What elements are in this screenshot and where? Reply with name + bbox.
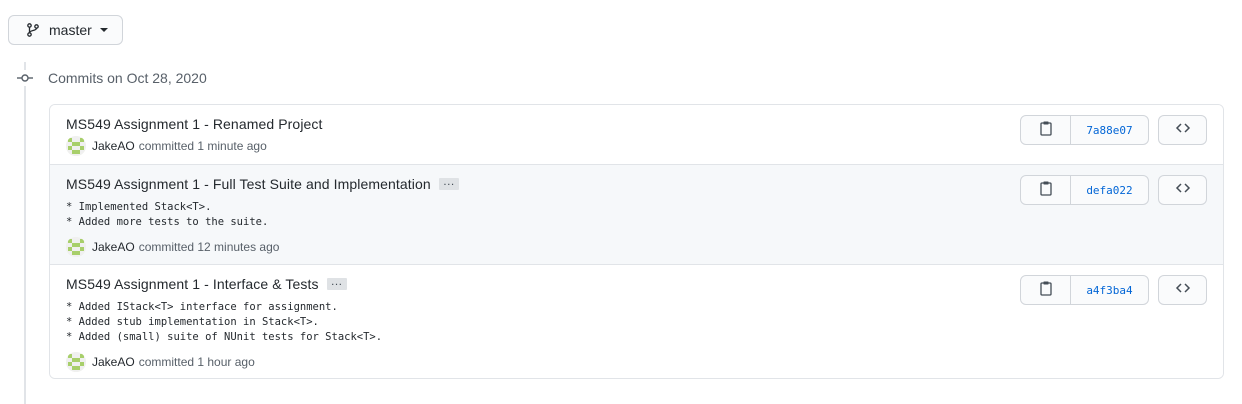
commit-sha-button-group: a4f3ba4 bbox=[1020, 275, 1149, 305]
commit-sha-button-group: defa022 bbox=[1020, 175, 1149, 205]
commit-sha-link[interactable]: a4f3ba4 bbox=[1071, 276, 1148, 304]
commit-meta: JakeAO committed 1 minute ago bbox=[66, 136, 267, 156]
code-icon bbox=[1175, 280, 1191, 301]
commit-title: MS549 Assignment 1 - Renamed Project bbox=[66, 116, 323, 132]
expand-message-button[interactable]: … bbox=[438, 175, 459, 190]
avatar[interactable] bbox=[66, 352, 86, 372]
commit-meta: JakeAO committed 12 minutes ago bbox=[66, 237, 279, 257]
browse-repo-button[interactable] bbox=[1158, 115, 1207, 145]
copy-sha-button[interactable] bbox=[1021, 176, 1071, 204]
clipboard-icon bbox=[1039, 180, 1053, 201]
commit-sha-button-group: 7a88e07 bbox=[1020, 115, 1149, 145]
commit-list: MS549 Assignment 1 - Renamed Project Jak… bbox=[49, 104, 1224, 379]
commit-time-text: committed 12 minutes ago bbox=[138, 240, 280, 254]
copy-sha-button[interactable] bbox=[1021, 116, 1071, 144]
caret-down-icon bbox=[99, 28, 108, 32]
commit-message-body: * Added IStack<T> interface for assignme… bbox=[66, 301, 383, 343]
git-branch-icon bbox=[25, 22, 41, 38]
code-icon bbox=[1175, 120, 1191, 141]
commit-title-link[interactable]: MS549 Assignment 1 - Full Test Suite and… bbox=[66, 176, 431, 192]
commit-title: MS549 Assignment 1 - Interface & Tests … bbox=[66, 275, 347, 292]
git-commit-icon bbox=[17, 70, 33, 86]
commit-group-heading: Commits on Oct 28, 2020 bbox=[48, 70, 207, 86]
browse-repo-button[interactable] bbox=[1158, 175, 1207, 205]
commit-sha-link[interactable]: 7a88e07 bbox=[1071, 116, 1148, 144]
commit-time-text: committed 1 minute ago bbox=[138, 139, 267, 153]
code-icon bbox=[1175, 180, 1191, 201]
timeline-line bbox=[24, 62, 26, 404]
commit-sha-link[interactable]: defa022 bbox=[1071, 176, 1148, 204]
commit-title: MS549 Assignment 1 - Full Test Suite and… bbox=[66, 175, 459, 192]
branch-name: master bbox=[49, 22, 92, 38]
copy-sha-button[interactable] bbox=[1021, 276, 1071, 304]
clipboard-icon bbox=[1039, 280, 1053, 301]
commit-title-link[interactable]: MS549 Assignment 1 - Interface & Tests bbox=[66, 276, 319, 292]
commit-message-body: * Implemented Stack<T>. * Added more tes… bbox=[66, 201, 269, 228]
commit-meta: JakeAO committed 1 hour ago bbox=[66, 352, 255, 372]
commit-author-link[interactable]: JakeAO bbox=[92, 240, 135, 254]
branch-select-button[interactable]: master bbox=[8, 15, 123, 45]
avatar[interactable] bbox=[66, 136, 86, 156]
commit-author-link[interactable]: JakeAO bbox=[92, 355, 135, 369]
commit-row: MS549 Assignment 1 - Interface & Tests …… bbox=[50, 264, 1223, 378]
commit-title-link[interactable]: MS549 Assignment 1 - Renamed Project bbox=[66, 116, 323, 132]
commit-time-text: committed 1 hour ago bbox=[138, 355, 255, 369]
expand-message-button[interactable]: … bbox=[326, 275, 347, 290]
browse-repo-button[interactable] bbox=[1158, 275, 1207, 305]
commit-row: MS549 Assignment 1 - Full Test Suite and… bbox=[50, 164, 1223, 264]
commit-author-link[interactable]: JakeAO bbox=[92, 139, 135, 153]
clipboard-icon bbox=[1039, 120, 1053, 141]
commit-row: MS549 Assignment 1 - Renamed Project Jak… bbox=[50, 105, 1223, 164]
avatar[interactable] bbox=[66, 237, 86, 257]
commits-page: master Commits on Oct 28, 2020 MS549 Ass… bbox=[0, 0, 1242, 404]
